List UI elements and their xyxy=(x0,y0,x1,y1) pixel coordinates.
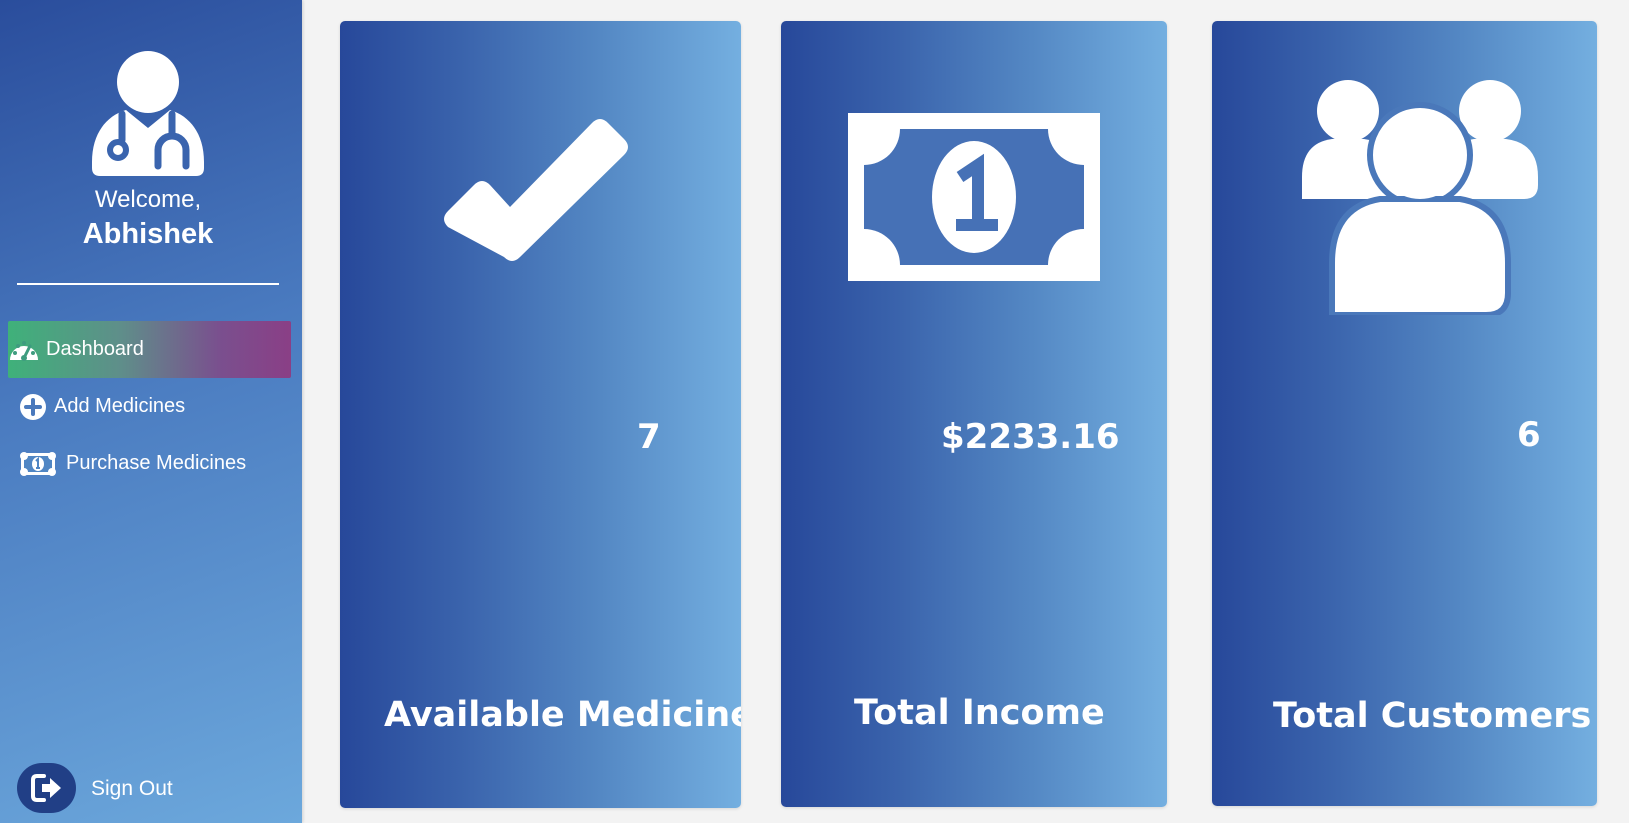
sign-out-icon xyxy=(30,774,61,802)
sidebar-item-purchase-medicines[interactable]: Purchase Medicines xyxy=(8,435,291,492)
dashboard-gauge-icon xyxy=(8,336,40,364)
money-bill-icon xyxy=(848,113,1100,281)
sidebar-divider xyxy=(17,283,279,285)
card-label: Total Income xyxy=(854,693,1105,733)
money-bill-icon xyxy=(20,450,56,478)
sidebar: Welcome, Abhishek Dashboard Add Medicine… xyxy=(0,0,302,823)
sign-out-label[interactable]: Sign Out xyxy=(91,777,173,801)
sidebar-item-label: Purchase Medicines xyxy=(66,452,247,474)
card-value: 6 xyxy=(1517,415,1541,455)
plus-circle-icon xyxy=(18,393,48,421)
sidebar-item-add-medicines[interactable]: Add Medicines xyxy=(8,378,291,435)
sidebar-item-label: Dashboard xyxy=(46,338,144,360)
welcome-text: Welcome, xyxy=(94,186,202,213)
username: Abhishek xyxy=(82,218,214,250)
card-label: Total Customers xyxy=(1273,696,1592,736)
sidebar-item-label: Add Medicines xyxy=(54,395,186,417)
card-label: Available Medicines xyxy=(384,695,741,735)
users-icon xyxy=(1302,80,1538,315)
card-value: $2233.16 xyxy=(941,417,1120,457)
doctor-icon xyxy=(92,51,204,176)
sign-out-button[interactable] xyxy=(17,763,76,813)
card-total-customers: 6 Total Customers xyxy=(1212,21,1597,806)
card-available-medicines: 7 Available Medicines xyxy=(340,21,741,808)
card-value: 7 xyxy=(637,417,661,457)
card-total-income: $2233.16 Total Income xyxy=(781,21,1167,807)
checkmark-icon xyxy=(444,119,628,261)
sidebar-item-dashboard[interactable]: Dashboard xyxy=(8,321,291,378)
